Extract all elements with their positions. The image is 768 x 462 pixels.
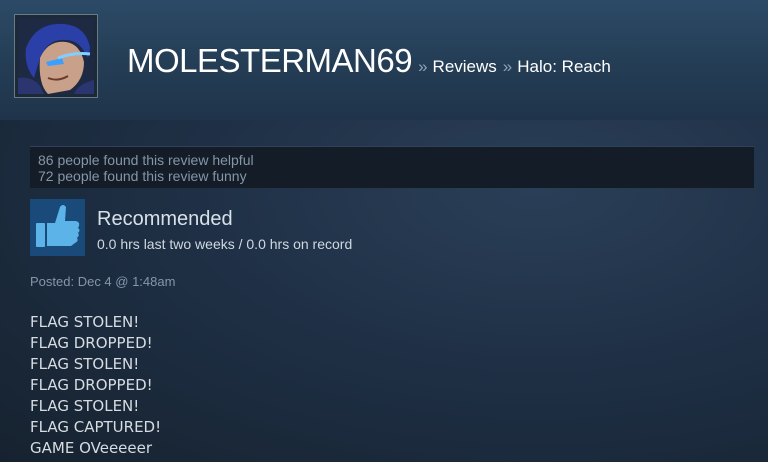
review-line: FLAG DROPPED! — [30, 334, 153, 352]
review-line: FLAG DROPPED! — [30, 376, 153, 394]
review-line: FLAG CAPTURED! — [30, 418, 162, 436]
username-link[interactable]: MOLESTERMAN69 — [127, 42, 413, 80]
posted-date: Posted: Dec 4 @ 1:48am — [30, 274, 176, 289]
review-line: GAME OVeeeeer — [30, 439, 153, 457]
page-title: MOLESTERMAN69 » Reviews » Halo: Reach — [127, 42, 611, 80]
review-line: FLAG STOLEN! — [30, 355, 140, 373]
breadcrumb-separator: » — [418, 57, 428, 76]
recommendation-thumb — [30, 199, 85, 256]
breadcrumb-game[interactable]: Halo: Reach — [517, 57, 611, 77]
review-votes-box: 86 people found this review helpful 72 p… — [30, 146, 754, 188]
avatar[interactable] — [14, 14, 98, 98]
review-line: FLAG STOLEN! — [30, 313, 140, 331]
thumbs-up-icon — [30, 199, 85, 256]
review-line: FLAG STOLEN! — [30, 397, 140, 415]
profile-header: MOLESTERMAN69 » Reviews » Halo: Reach — [0, 0, 768, 120]
playtime-hours: 0.0 hrs last two weeks / 0.0 hrs on reco… — [97, 236, 353, 252]
funny-count: 72 people found this review funny — [38, 168, 247, 184]
breadcrumb-separator: » — [502, 57, 513, 76]
review-body: FLAG STOLEN! FLAG DROPPED! FLAG STOLEN! … — [30, 312, 161, 459]
breadcrumb-reviews[interactable]: Reviews — [433, 57, 497, 77]
recommendation-title: Recommended — [97, 208, 233, 230]
user-avatar-icon — [18, 18, 94, 94]
helpful-count: 86 people found this review helpful — [38, 152, 254, 168]
